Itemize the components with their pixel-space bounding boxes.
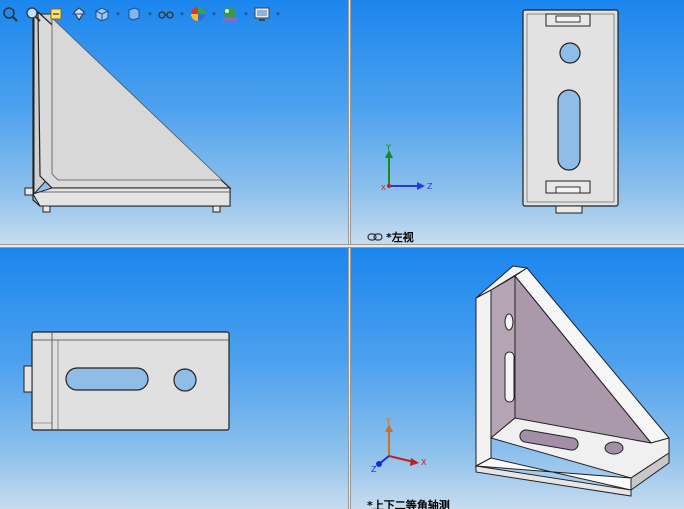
triad-z-label: X [381,184,386,192]
section-view-icon[interactable] [69,4,89,24]
heads-up-view-toolbar: ▾ ▾ ▾ ▾ ▾ ▾ [0,3,281,25]
link-view-icon[interactable] [367,232,383,242]
triad-iso-z-label: Z [371,465,377,474]
hide-show-items-icon[interactable] [156,4,176,24]
viewport-front[interactable]: ▾ ▾ ▾ ▾ ▾ ▾ [0,0,348,244]
view-settings-icon[interactable] [252,4,272,24]
display-style-dropdown-icon[interactable]: ▾ [147,10,153,18]
part-left-view [522,9,619,214]
view-settings-dropdown-icon[interactable]: ▾ [275,10,281,18]
viewport-top[interactable] [0,248,348,509]
view-label-left-text: *左视 [386,231,414,244]
axis-triad-left: Y Z X [381,143,433,192]
view-label-isometric: *上下二等角轴测 [367,499,450,509]
part-top-view [23,331,230,431]
axis-triad-isometric: Y X Z [371,417,427,474]
hide-show-dropdown-icon[interactable]: ▾ [179,10,185,18]
viewport-left[interactable]: Y Z X *左视 [351,0,684,244]
apply-scene-dropdown-icon[interactable]: ▾ [243,10,249,18]
part-front-view [24,10,232,213]
viewport-splitter-vertical[interactable] [348,0,351,509]
edit-appearance-dropdown-icon[interactable]: ▾ [211,10,217,18]
viewport-splitter-horizontal[interactable] [0,244,684,248]
zoom-to-fit-icon[interactable] [0,4,20,24]
triad-iso-x-label: X [421,458,427,467]
triad-y-label: Y [385,143,391,152]
view-orientation-icon[interactable] [92,4,112,24]
triad-iso-y-label: Y [385,417,391,426]
edit-appearance-icon[interactable] [188,4,208,24]
previous-view-icon[interactable] [46,4,66,24]
triad-x-label: Z [427,182,433,191]
display-style-icon[interactable] [124,4,144,24]
zoom-area-icon[interactable] [23,4,43,24]
viewport-isometric[interactable]: Y X Z *上下二等角轴测 [351,248,684,509]
view-label-left: *左视 [367,229,414,244]
apply-scene-icon[interactable] [220,4,240,24]
view-orientation-dropdown-icon[interactable]: ▾ [115,10,121,18]
